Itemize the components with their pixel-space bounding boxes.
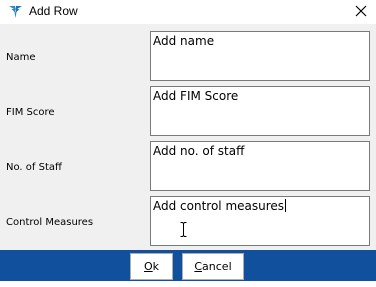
fim-score-field-text: Add FIM Score [153,89,239,103]
no-of-staff-field[interactable]: Add no. of staff [150,141,370,191]
no-of-staff-field-text: Add no. of staff [153,144,245,158]
title-bar: Add Row [0,0,376,24]
cancel-button-label: ancel [202,260,232,273]
text-caret [285,199,287,212]
name-field[interactable]: Add name [150,31,370,81]
control-measures-label: Control Measures [6,217,94,228]
ok-button-label: k [152,260,160,273]
fim-score-label: FIM Score [6,107,55,118]
name-label: Name [6,52,36,63]
fim-score-field[interactable]: Add FIM Score [150,86,370,136]
funnel-logo-icon [9,6,22,18]
control-measures-value: Add control measures [153,199,285,213]
ok-button-mnemonic: O [143,260,153,273]
close-icon [355,5,367,17]
cancel-button-mnemonic: C [194,260,203,273]
form-area: Name Add name FIM Score Add FIM Score No… [0,24,376,250]
cancel-button[interactable]: Cancel [182,253,244,280]
control-measures-field[interactable]: Add control measures [150,196,370,246]
close-button[interactable] [346,0,376,22]
ok-button[interactable]: Ok [130,253,173,280]
add-row-dialog: Add Row Name Add name FIM Score Add FIM … [0,0,376,287]
no-of-staff-label: No. of Staff [6,162,62,173]
window-bottom-edge [0,281,376,287]
name-field-text: Add name [153,34,215,48]
control-measures-field-text: Add control measures [153,199,287,213]
ibeam-cursor-icon [180,222,187,237]
dialog-title: Add Row [29,4,78,18]
